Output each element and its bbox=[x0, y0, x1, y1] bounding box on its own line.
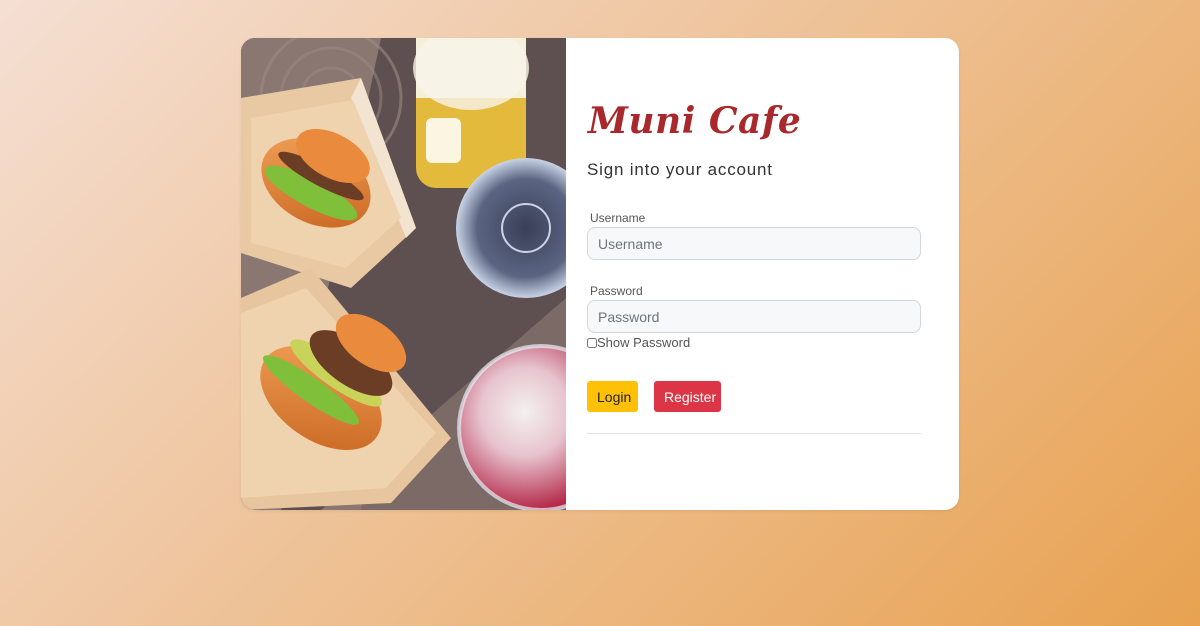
username-label: Username bbox=[590, 211, 646, 225]
show-password-checkbox[interactable] bbox=[587, 337, 597, 348]
show-password-label: Show Password bbox=[597, 335, 691, 350]
login-form: Muni Cafe Sign into your account Usernam… bbox=[566, 38, 959, 510]
login-button[interactable]: Login bbox=[587, 381, 638, 412]
food-photo bbox=[241, 38, 566, 510]
login-card: Muni Cafe Sign into your account Usernam… bbox=[241, 38, 959, 510]
password-label: Password bbox=[590, 284, 643, 298]
show-password-toggle[interactable]: Show Password bbox=[587, 335, 690, 350]
register-button[interactable]: Register bbox=[654, 381, 721, 412]
divider bbox=[587, 433, 921, 434]
password-input[interactable] bbox=[587, 300, 921, 333]
page-subtitle: Sign into your account bbox=[587, 160, 773, 179]
brand-logo: Muni Cafe bbox=[588, 100, 802, 142]
username-input[interactable] bbox=[587, 227, 921, 260]
